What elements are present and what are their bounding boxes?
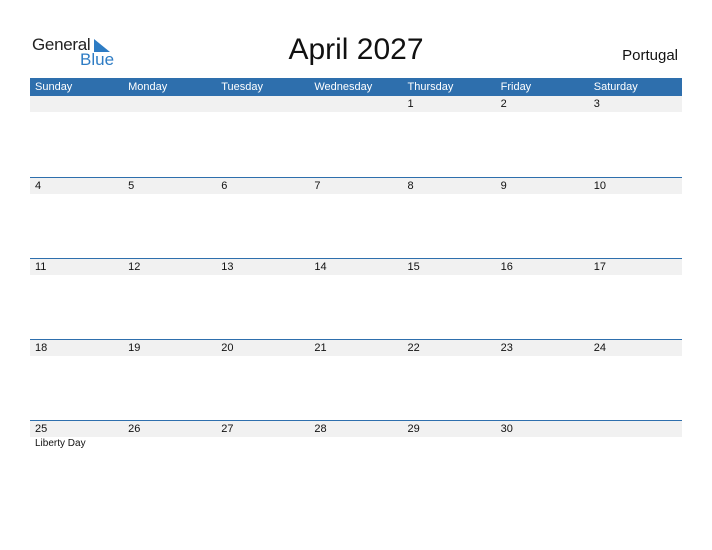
day-cell: 26	[128, 423, 141, 435]
week-row-1: 1 2 3	[30, 96, 682, 112]
day-cell: 8	[407, 180, 414, 192]
day-cell: 2	[500, 98, 507, 110]
day-cell: 23	[500, 342, 513, 354]
day-cell: 4	[35, 180, 42, 192]
date-band: 11 12 13 14 15 16 17	[30, 259, 682, 275]
date-band: 18 19 20 21 22 23 24	[30, 340, 682, 356]
day-cell: 6	[221, 180, 228, 192]
calendar-title: April 2027	[288, 33, 424, 66]
country-label: Portugal	[622, 47, 678, 64]
day-cell: 1	[407, 98, 414, 110]
weekday-header: Sunday Monday Tuesday Wednesday Thursday…	[30, 78, 682, 96]
date-band: 4 5 6 7 8 9 10	[30, 178, 682, 194]
day-cell: 3	[593, 98, 600, 110]
day-cell: 19	[128, 342, 141, 354]
week-row-3: 11 12 13 14 15 16 17	[30, 258, 682, 275]
day-cell: 17	[593, 261, 606, 273]
day-cell: 11	[35, 261, 47, 273]
date-band: 1 2 3	[30, 96, 682, 112]
day-cell: 16	[500, 261, 513, 273]
week-row-5: 25 26 27 28 29 30	[30, 420, 682, 437]
day-cell: 20	[221, 342, 234, 354]
day-cell	[589, 421, 682, 437]
day-cell	[30, 96, 123, 112]
day-cell: 22	[407, 342, 420, 354]
day-cell: 7	[314, 180, 321, 192]
weekday-saturday: Saturday	[593, 81, 638, 93]
day-cell: 25	[35, 423, 48, 435]
day-cell: 24	[593, 342, 606, 354]
day-cell	[309, 96, 402, 112]
day-cell: 15	[407, 261, 420, 273]
weekday-monday: Monday	[128, 81, 168, 93]
week-row-2: 4 5 6 7 8 9 10	[30, 177, 682, 194]
day-cell: 29	[407, 423, 420, 435]
weekday-sunday: Sunday	[35, 81, 73, 93]
day-cell: 10	[593, 180, 606, 192]
day-cell: 9	[500, 180, 507, 192]
day-cell: 21	[314, 342, 327, 354]
day-cell: 13	[221, 261, 234, 273]
weekday-thursday: Thursday	[407, 81, 454, 93]
weekday-friday: Friday	[500, 81, 532, 93]
day-cell: 18	[35, 342, 48, 354]
day-cell: 28	[314, 423, 327, 435]
day-cell: 14	[314, 261, 327, 273]
day-cell	[216, 96, 309, 112]
holiday-liberty-day: Liberty Day	[35, 438, 86, 449]
day-cell: 12	[128, 261, 141, 273]
day-cell: 5	[128, 180, 135, 192]
day-cell: 30	[500, 423, 513, 435]
weekday-wednesday: Wednesday	[314, 81, 373, 93]
week-row-4: 18 19 20 21 22 23 24	[30, 339, 682, 356]
weekday-tuesday: Tuesday	[221, 81, 264, 93]
day-cell	[123, 96, 216, 112]
day-cell: 27	[221, 423, 234, 435]
date-band: 25 26 27 28 29 30	[30, 421, 682, 437]
